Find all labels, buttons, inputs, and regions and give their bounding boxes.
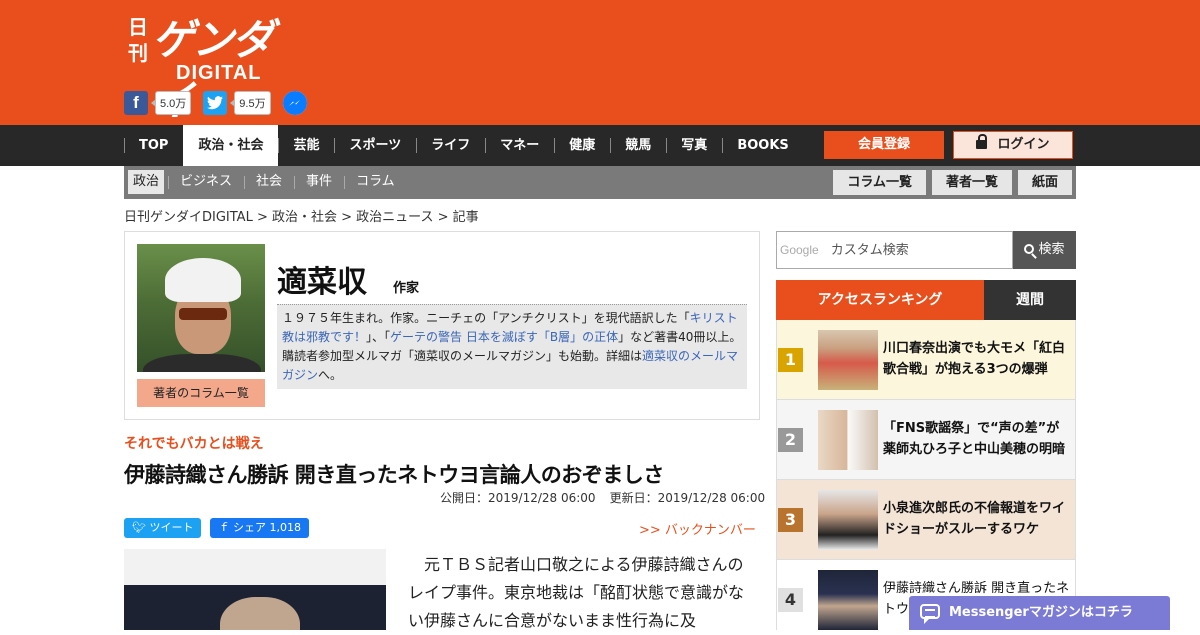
- nav-item-life[interactable]: ライフ: [416, 125, 485, 166]
- author-name[interactable]: 適菜収: [277, 257, 367, 301]
- tweet-button[interactable]: 🐦︎ ツイート: [124, 518, 202, 538]
- article-image: [124, 549, 386, 630]
- breadcrumb[interactable]: 日刊ゲンダイDIGITAL > 政治・社会 > 政治ニュース > 記事: [124, 206, 479, 225]
- share-buttons: 🐦︎ ツイート ｆ シェア 1,018: [124, 518, 309, 538]
- social-links: f 5.0万 9.5万: [124, 91, 307, 115]
- rank-number: 4: [778, 588, 803, 612]
- article-dates: 公開日：2019/12/28 06:00 更新日：2019/12/28 06:00: [440, 489, 765, 506]
- rank-number: 2: [778, 428, 803, 452]
- subnav-item-incident[interactable]: 事件: [294, 170, 344, 194]
- register-button[interactable]: 会員登録: [824, 131, 944, 159]
- nav-item-sports[interactable]: スポーツ: [334, 125, 416, 166]
- subnav-item-politics[interactable]: 政治: [128, 170, 165, 194]
- ranking-title-text: 「FNS歌謡祭」で“声の差”が 薬師丸ひろ子と中山美穂の明暗: [883, 421, 1066, 457]
- subnav-item-column[interactable]: コラム: [344, 170, 407, 194]
- share-label: シェア 1,018: [232, 521, 301, 534]
- search-icon: [1024, 244, 1035, 254]
- article-kicker[interactable]: それでもバカとは戦え: [124, 433, 264, 453]
- nav-item-photo[interactable]: 写真: [666, 125, 722, 166]
- messenger-label: Messengerマガジンはコチラ: [949, 605, 1133, 620]
- facebook-count: 5.0万: [150, 91, 192, 115]
- ranking-tabs: アクセスランキング 週間: [776, 280, 1076, 320]
- twitter-icon[interactable]: [203, 91, 228, 115]
- author-role: 作家: [393, 281, 420, 296]
- author-photo[interactable]: [137, 244, 265, 372]
- bio-text: へ。: [318, 368, 343, 382]
- ranking-thumbnail: [818, 410, 878, 470]
- backnumber-link[interactable]: >> バックナンバー: [639, 519, 756, 538]
- ranking-thumbnail: [818, 570, 878, 630]
- facebook-share-button[interactable]: ｆ シェア 1,018: [210, 518, 309, 538]
- subnav-item-business[interactable]: ビジネス: [168, 170, 244, 194]
- search-button[interactable]: 検索: [1013, 231, 1076, 269]
- nav-item-health[interactable]: 健康: [554, 125, 610, 166]
- updated-date: 更新日：2019/12/28 06:00: [609, 491, 766, 505]
- rank-number: 1: [778, 348, 803, 372]
- nav-item-top[interactable]: TOP: [124, 125, 183, 166]
- twitter-bird-icon: 🐦︎: [132, 521, 150, 534]
- nav-item-keiba[interactable]: 競馬: [610, 125, 666, 166]
- article-title: 伊藤詩織さん勝訴 開き直ったネトウヨ言論人のおぞましさ: [124, 463, 664, 487]
- published-date: 公開日：2019/12/28 06:00: [440, 491, 596, 505]
- chat-icon: [920, 604, 940, 624]
- nav-item-money[interactable]: マネー: [485, 125, 554, 166]
- column-list-button[interactable]: コラム一覧: [833, 170, 926, 195]
- ranking-title-text: 小泉進次郎氏の不倫報道をワイドショーがスルーするワケ: [883, 501, 1066, 537]
- google-brand: Google: [780, 243, 819, 257]
- login-button[interactable]: ログイン: [953, 131, 1073, 159]
- bio-text: １９７５年生まれ。作家。ニーチェの「アンチクリスト」を現代語訳した「: [282, 311, 690, 325]
- author-bio: １９７５年生まれ。作家。ニーチェの「アンチクリスト」を現代語訳した「キリスト教は…: [277, 304, 747, 389]
- twitter-count: 9.5万: [230, 91, 271, 115]
- paper-button[interactable]: 紙面: [1017, 170, 1072, 195]
- login-label: ログイン: [997, 137, 1050, 152]
- messenger-magazine-button[interactable]: Messengerマガジンはコチラ: [909, 596, 1170, 630]
- search-placeholder: カスタム検索: [830, 243, 909, 258]
- site-header: 日刊 ゲンダイ DIGITAL f 5.0万 9.5万: [0, 0, 1200, 125]
- ranking-weekly-tab[interactable]: 週間: [984, 280, 1076, 320]
- ranking-title-text: 川口春奈出演でも大モメ「紅白歌合戦」が抱える3つの爆弾: [883, 341, 1066, 377]
- facebook-icon: ｆ: [218, 521, 233, 534]
- rank-number: 3: [778, 508, 803, 532]
- article-body: 元ＴＢＳ記者山口敬之による伊藤詩織さんのレイプ事件。東京地裁は「酩酊状態で意識が…: [408, 555, 745, 630]
- ranking-title: アクセスランキング: [776, 280, 984, 320]
- nav-item-entertainment[interactable]: 芸能: [278, 125, 334, 166]
- bio-text: 」、「: [366, 330, 391, 344]
- logo-kanji: 日刊: [128, 15, 148, 65]
- logo-sub: DIGITAL: [176, 62, 262, 84]
- author-list-button[interactable]: 著者一覧: [931, 170, 1012, 195]
- tweet-label: ツイート: [149, 521, 194, 534]
- ranking-item-2[interactable]: 2 「FNS歌謡祭」で“声の差”が 薬師丸ひろ子と中山美穂の明暗: [777, 400, 1075, 480]
- author-columns-button[interactable]: 著者のコラム一覧: [137, 379, 265, 407]
- facebook-icon[interactable]: f: [124, 91, 148, 115]
- subnav-item-society[interactable]: 社会: [244, 170, 294, 194]
- site-logo[interactable]: 日刊 ゲンダイ DIGITAL: [126, 10, 306, 125]
- author-box: 著者のコラム一覧 適菜収 作家 １９７５年生まれ。作家。ニーチェの「アンチクリス…: [124, 231, 760, 420]
- ranking-item-3[interactable]: 3 小泉進次郎氏の不倫報道をワイドショーがスルーするワケ: [777, 480, 1075, 560]
- nav-item-books[interactable]: BOOKS: [722, 125, 803, 166]
- lock-icon: [976, 134, 988, 149]
- search-input[interactable]: Google カスタム検索: [776, 231, 1013, 269]
- ranking-item-1[interactable]: 1 川口春奈出演でも大モメ「紅白歌合戦」が抱える3つの爆弾: [777, 320, 1075, 400]
- bio-link-book2[interactable]: ゲーテの警告 日本を滅ぼす「B層」の正体: [390, 330, 618, 344]
- ranking-thumbnail: [818, 490, 878, 550]
- ranking-list: 1 川口春奈出演でも大モメ「紅白歌合戦」が抱える3つの爆弾 2 「FNS歌謡祭」…: [776, 320, 1076, 630]
- sub-nav: 政治 ビジネス 社会 事件 コラム コラム一覧 著者一覧 紙面: [124, 166, 1076, 199]
- ranking-thumbnail: [818, 330, 878, 390]
- messenger-icon[interactable]: [282, 91, 307, 115]
- search-button-label: 検索: [1038, 242, 1065, 257]
- nav-item-politics-society[interactable]: 政治・社会: [183, 125, 279, 166]
- main-nav: TOP 政治・社会 芸能 スポーツ ライフ マネー 健康 競馬 写真 BOOKS…: [0, 125, 1200, 166]
